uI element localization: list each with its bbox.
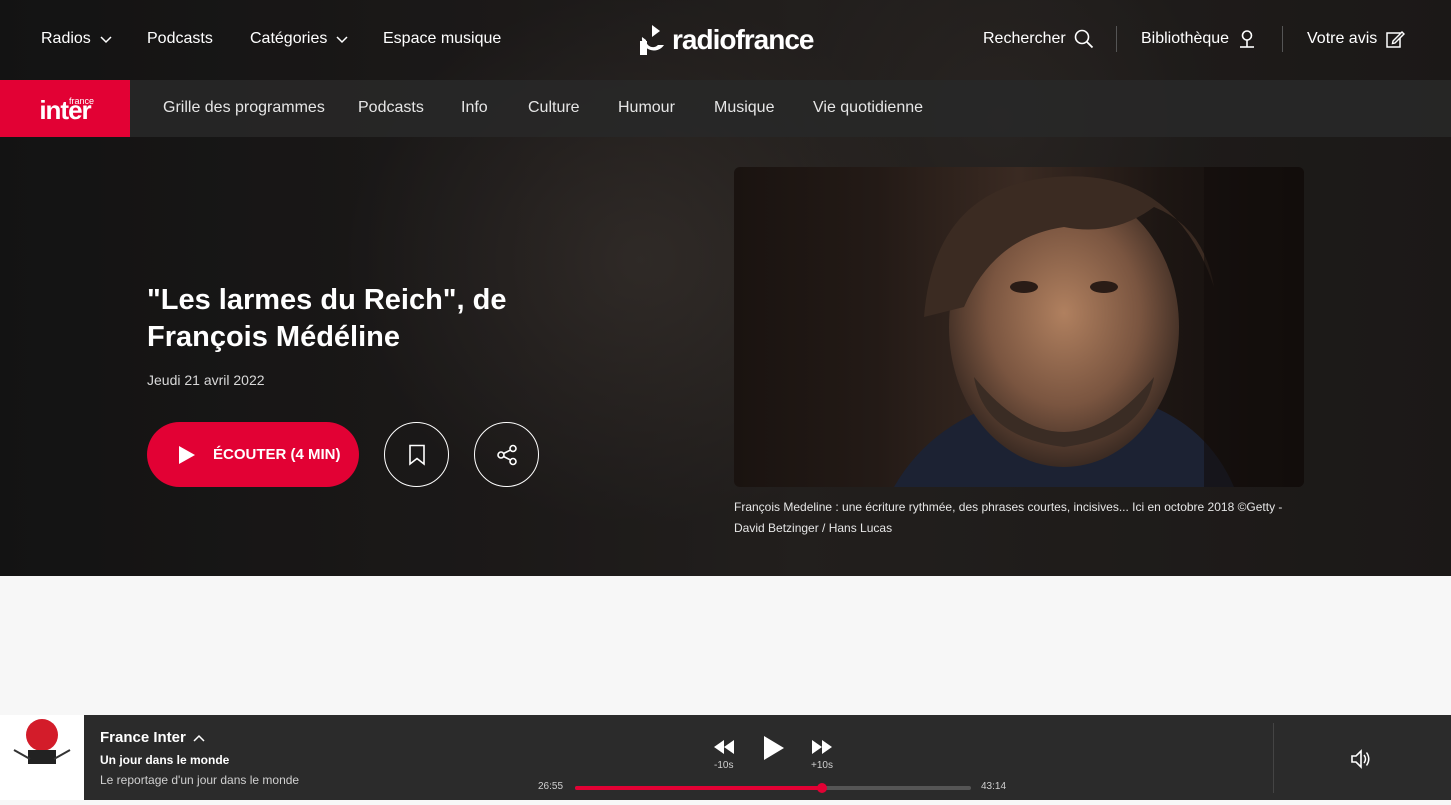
- subnav-item-podcasts[interactable]: Podcasts: [358, 99, 424, 117]
- library-button[interactable]: Bibliothèque: [1141, 29, 1257, 49]
- chevron-down-icon: [100, 36, 112, 44]
- show-thumbnail[interactable]: [0, 715, 84, 800]
- chevron-down-icon: [336, 36, 348, 44]
- player-episode: Le reportage d'un jour dans le monde: [100, 773, 300, 787]
- progress-fill: [575, 786, 822, 790]
- progress-bar[interactable]: [575, 783, 971, 793]
- play-icon[interactable]: [763, 735, 785, 761]
- library-label: Bibliothèque: [1141, 30, 1230, 47]
- chevron-up-icon: [193, 734, 205, 742]
- subnav-item-musique[interactable]: Musique: [714, 99, 774, 117]
- logo-text: radiofrance: [672, 24, 814, 55]
- total-time: 43:14: [981, 781, 1007, 792]
- portrait-illustration: [894, 167, 1304, 487]
- search-icon: [1074, 29, 1093, 49]
- nav-divider: [1282, 26, 1283, 52]
- title-line-2: François Médéline: [147, 321, 401, 353]
- forward-icon[interactable]: [811, 739, 833, 755]
- rewind-label: -10s: [714, 760, 734, 771]
- player-show: Un jour dans le monde: [100, 753, 230, 767]
- photo-caption: François Medeline : une écriture rythmée…: [734, 500, 1283, 535]
- episode-date: Jeudi 21 avril 2022: [147, 372, 265, 388]
- rewind-icon[interactable]: [713, 739, 735, 755]
- user-icon: [1240, 30, 1255, 48]
- audio-player: France Inter Un jour dans le monde Le re…: [0, 715, 1451, 800]
- subnav-item-humour[interactable]: Humour: [618, 99, 675, 117]
- feedback-label: Votre avis: [1307, 30, 1378, 47]
- nav-radios-label: Radios: [41, 30, 91, 47]
- nav-podcasts[interactable]: Podcasts: [147, 29, 213, 49]
- nav-espace-musique-label: Espace musique: [383, 30, 502, 47]
- radiofrance-mark-icon: [640, 25, 664, 55]
- elapsed-time: 26:55: [538, 781, 564, 792]
- top-navigation: Radios Podcasts Catégories Espace musiqu…: [0, 0, 1451, 80]
- nav-categories-label: Catégories: [250, 30, 328, 47]
- edit-icon: [1386, 31, 1406, 48]
- station-navigation: france inter Grille des programmes Podca…: [0, 80, 1451, 137]
- listen-button-label: ÉCOUTER (4 MIN): [213, 446, 341, 463]
- radiofrance-logo[interactable]: radiofrance: [638, 22, 814, 58]
- search-button[interactable]: Rechercher: [983, 29, 1094, 49]
- player-station-label: France Inter: [100, 729, 186, 746]
- search-label: Rechercher: [983, 30, 1066, 47]
- forward-label: +10s: [811, 760, 833, 771]
- episode-photo: [734, 167, 1304, 487]
- page-title: "Les larmes du Reich", de François Médél…: [147, 282, 567, 356]
- play-icon: [179, 446, 195, 464]
- nav-espace-musique[interactable]: Espace musique: [383, 29, 501, 49]
- show-artwork-illustration: [13, 719, 71, 764]
- brand-small-text: france: [69, 96, 95, 106]
- listen-button[interactable]: ÉCOUTER (4 MIN): [147, 422, 359, 487]
- nav-podcasts-label: Podcasts: [147, 30, 213, 47]
- bookmark-icon: [408, 444, 425, 466]
- volume-icon[interactable]: [1350, 749, 1372, 769]
- nav-categories[interactable]: Catégories: [250, 29, 349, 49]
- subnav-item-vie-quotidienne[interactable]: Vie quotidienne: [813, 99, 923, 117]
- subnav-item-culture[interactable]: Culture: [528, 99, 580, 117]
- player-divider: [1273, 723, 1274, 793]
- bookmark-button[interactable]: [384, 422, 449, 487]
- nav-radios[interactable]: Radios: [41, 29, 113, 49]
- player-station[interactable]: France Inter: [100, 729, 206, 746]
- title-line-1: "Les larmes du Reich", de: [147, 284, 507, 316]
- subnav-item-info[interactable]: Info: [461, 99, 488, 117]
- nav-divider: [1116, 26, 1117, 52]
- feedback-button[interactable]: Votre avis: [1307, 29, 1406, 49]
- subnav-item-grille[interactable]: Grille des programmes: [163, 99, 325, 117]
- france-inter-logo[interactable]: france inter: [0, 80, 130, 137]
- share-icon: [496, 444, 517, 465]
- progress-handle[interactable]: [816, 783, 827, 793]
- share-button[interactable]: [474, 422, 539, 487]
